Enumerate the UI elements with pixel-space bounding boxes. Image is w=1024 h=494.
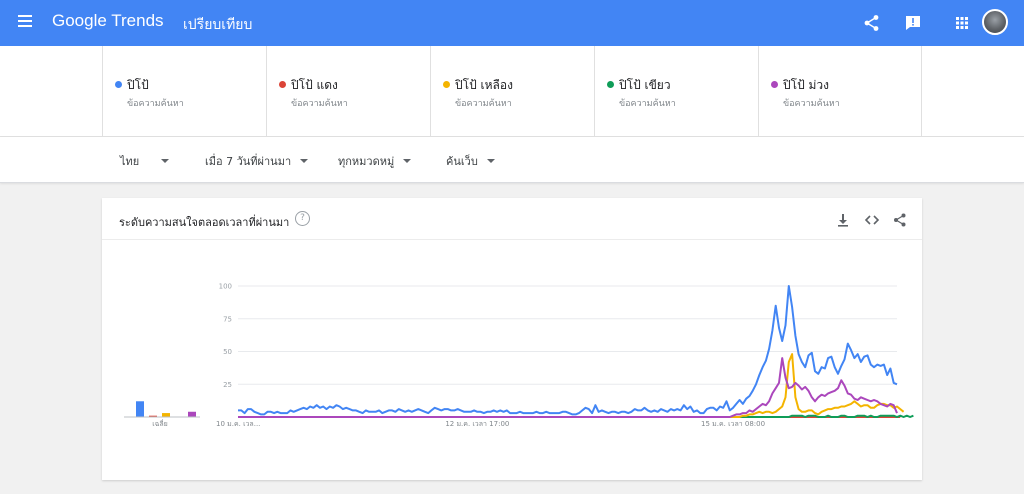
- x-tick-label: 10 ม.ค. เวล...: [216, 420, 260, 428]
- average-label: เฉลี่ย: [152, 419, 168, 428]
- average-bar: [188, 411, 196, 417]
- term-name: ปิโป้ แดง: [291, 78, 338, 92]
- series-color-dot: [115, 81, 122, 88]
- interest-over-time-chart[interactable]: 100 75 50 25 10 ม.ค. เวล... 12 ม.ค. เวลา 17:0…: [102, 198, 922, 480]
- y-tick-label: 50: [223, 348, 232, 356]
- term-name: ปิโป้ ม่วง: [783, 78, 830, 92]
- average-bar: [136, 401, 144, 417]
- term-name: ปิโป้ เขียว: [619, 78, 671, 92]
- region-value: ไทย: [120, 155, 140, 168]
- series-color-dot: [443, 81, 450, 88]
- region-dropdown[interactable]: ไทย: [120, 152, 170, 170]
- series-color-dot: [279, 81, 286, 88]
- chevron-down-icon: [300, 159, 309, 163]
- filter-bar: ไทย เมื่อ 7 วันที่ผ่านมา ทุกหมวดหมู่ ค้น…: [0, 137, 1024, 183]
- term-card-1[interactable]: ปิโป้ ข้อความค้นหา: [102, 46, 266, 137]
- chevron-down-icon: [161, 159, 170, 163]
- average-bar: [162, 413, 170, 417]
- share-icon[interactable]: [862, 13, 882, 33]
- term-type: ข้อความค้นหา: [127, 99, 184, 109]
- term-name: ปิโป้: [127, 78, 149, 92]
- series-color-dot: [771, 81, 778, 88]
- apps-icon[interactable]: [952, 13, 972, 33]
- search-type-dropdown[interactable]: ค้นเว็บ: [446, 152, 495, 170]
- term-card-5[interactable]: ปิโป้ ม่วง ข้อความค้นหา: [758, 46, 922, 137]
- feedback-icon[interactable]: [903, 13, 923, 33]
- brand-google: Google: [52, 11, 107, 30]
- compare-terms-bar: ปิโป้ ข้อความค้นหา ปิโป้ แดง ข้อความค้นห…: [0, 46, 1024, 137]
- y-tick-label: 25: [223, 381, 232, 389]
- x-tick-label: 12 ม.ค. เวลา 17:00: [445, 420, 509, 428]
- interest-over-time-card: ระดับความสนใจตลอดเวลาที่ผ่านมา ? 100 75 50…: [102, 198, 922, 480]
- term-card-2[interactable]: ปิโป้ แดง ข้อความค้นหา: [266, 46, 430, 137]
- brand-trends: Trends: [111, 11, 164, 30]
- term-type: ข้อความค้นหา: [455, 99, 512, 109]
- series-color-dot: [607, 81, 614, 88]
- term-type: ข้อความค้นหา: [291, 99, 348, 109]
- chevron-down-icon: [403, 159, 412, 163]
- page-title: เปรียบเทียบ: [183, 17, 253, 33]
- term-type: ข้อความค้นหา: [619, 99, 676, 109]
- x-tick-label: 15 ม.ค. เวลา 08:00: [701, 420, 765, 428]
- term-card-4[interactable]: ปิโป้ เขียว ข้อความค้นหา: [594, 46, 758, 137]
- chevron-down-icon: [486, 159, 495, 163]
- time-range-value: เมื่อ 7 วันที่ผ่านมา: [205, 155, 292, 168]
- series-line: [238, 285, 898, 416]
- term-card-3[interactable]: ปิโป้ เหลือง ข้อความค้นหา: [430, 46, 594, 137]
- y-tick-label: 100: [219, 283, 232, 291]
- search-type-value: ค้นเว็บ: [446, 155, 478, 168]
- google-trends-logo[interactable]: Google Trends: [52, 11, 164, 31]
- term-name: ปิโป้ เหลือง: [455, 78, 513, 92]
- avatar[interactable]: [982, 9, 1008, 35]
- category-dropdown[interactable]: ทุกหมวดหมู่: [338, 152, 412, 170]
- y-tick-label: 75: [223, 315, 232, 323]
- menu-icon[interactable]: [18, 15, 32, 27]
- app-bar: Google Trends เปรียบเทียบ: [0, 0, 1024, 46]
- time-range-dropdown[interactable]: เมื่อ 7 วันที่ผ่านมา: [205, 152, 309, 170]
- category-value: ทุกหมวดหมู่: [338, 155, 395, 168]
- term-type: ข้อความค้นหา: [783, 99, 840, 109]
